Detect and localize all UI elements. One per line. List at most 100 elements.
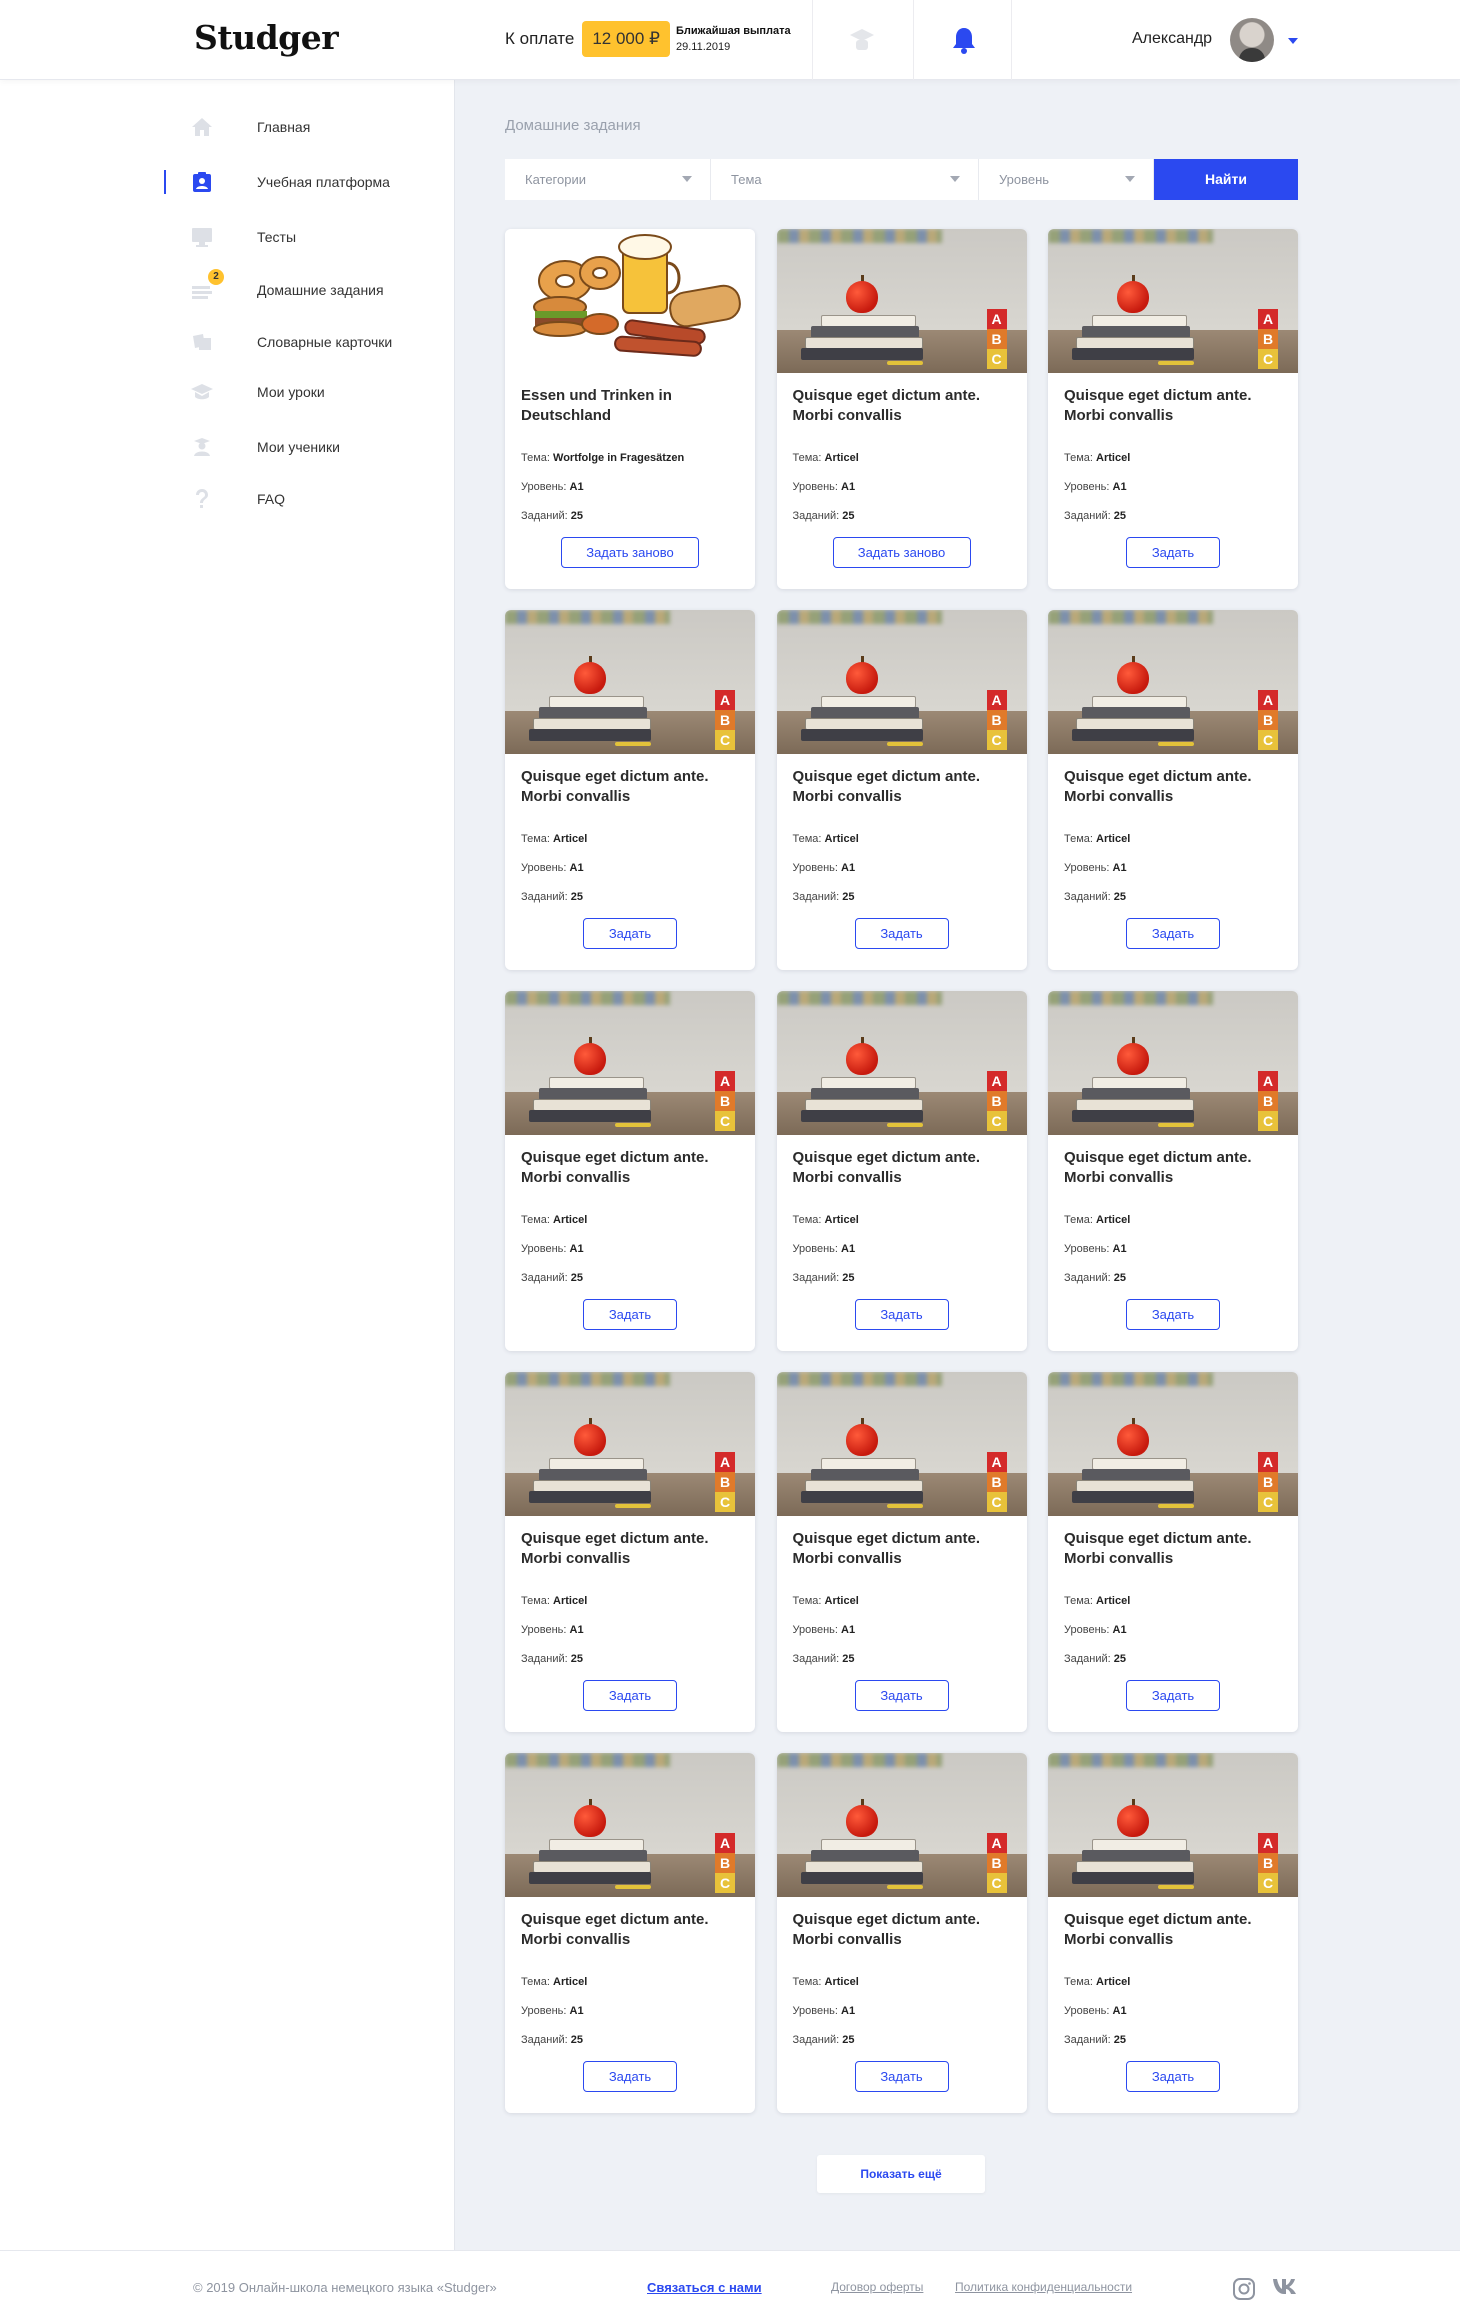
card-image[interactable]: ABC <box>776 1372 1027 1516</box>
homework-card[interactable]: Essen und Trinken in Deutschland Тема: Wo… <box>505 229 755 589</box>
card-title[interactable]: Quisque eget dictum ante. Morbi convalli… <box>793 1529 1013 1569</box>
sidebar-item-vocabulary-cards[interactable]: Словарные карточки <box>0 327 455 357</box>
level-value: A1 <box>1112 862 1127 874</box>
pay-label: К оплате <box>505 29 575 48</box>
instagram-icon[interactable] <box>1232 2277 1256 2300</box>
assign-button[interactable]: Задать <box>1126 918 1220 949</box>
card-image[interactable]: ABC <box>505 610 755 754</box>
sidebar-item-learning-platform[interactable]: Учебная платформа <box>0 167 455 197</box>
homework-card[interactable]: A B C Quisque eget dictum ante. Morbi conva… <box>505 991 755 1351</box>
card-title[interactable]: Quisque eget dictum ante. Morbi convalli… <box>1064 1148 1284 1188</box>
level-value: A1 <box>569 862 584 874</box>
sidebar-item-label: Домашние задания <box>257 282 384 298</box>
homework-card[interactable]: A B C Quisque eget dictum ante. Morbi conva… <box>1048 610 1298 970</box>
user-name[interactable]: Александр <box>1132 30 1212 48</box>
student-cap-icon[interactable] <box>846 24 878 56</box>
card-title[interactable]: Quisque eget dictum ante. Morbi convalli… <box>521 1910 741 1950</box>
assign-button[interactable]: Задать <box>854 918 949 949</box>
card-image[interactable]: ABC <box>776 610 1027 754</box>
assign-button[interactable]: Задать <box>583 918 677 949</box>
vk-icon[interactable] <box>1272 2277 1300 2299</box>
assign-button[interactable]: Задать заново <box>832 537 971 568</box>
level-select[interactable]: Уровень <box>979 159 1154 200</box>
assign-button[interactable]: Задать <box>1126 1299 1220 1330</box>
sidebar-item-my-students[interactable]: Мои ученики <box>0 432 455 462</box>
homework-card[interactable]: A B C Quisque eget dictum ante. Morbi conva… <box>776 991 1027 1351</box>
homework-card[interactable]: A B C Quisque eget dictum ante. Morbi conva… <box>1048 1753 1298 2113</box>
show-more-button[interactable]: Показать ещё <box>817 2155 985 2193</box>
card-image[interactable]: ABC <box>505 991 755 1135</box>
contact-link[interactable]: Связаться с нами <box>647 2280 762 2295</box>
card-image[interactable]: ABC <box>505 1372 755 1516</box>
topic-label: Тема: <box>1064 833 1093 845</box>
assign-button[interactable]: Задать <box>854 1680 949 1711</box>
sidebar-item-faq[interactable]: FAQ <box>0 484 455 514</box>
assign-button[interactable]: Задать <box>583 1299 677 1330</box>
card-image[interactable] <box>505 229 755 373</box>
card-image[interactable]: ABC <box>1048 1372 1298 1516</box>
card-title[interactable]: Quisque eget dictum ante. Morbi convalli… <box>1064 767 1284 807</box>
assign-button[interactable]: Задать заново <box>561 537 699 568</box>
card-title[interactable]: Quisque eget dictum ante. Morbi convalli… <box>521 1148 741 1188</box>
active-indicator <box>164 170 166 194</box>
assign-button[interactable]: Задать <box>583 2061 677 2092</box>
assign-button[interactable]: Задать <box>854 1299 949 1330</box>
homework-card[interactable]: A B C Quisque eget dictum ante. Morbi conva… <box>505 1753 755 2113</box>
card-title[interactable]: Quisque eget dictum ante. Morbi convalli… <box>1064 1529 1284 1569</box>
books-apple-photo: ABC <box>505 991 755 1135</box>
category-select[interactable]: Категории <box>505 159 711 200</box>
assign-button[interactable]: Задать <box>1126 2061 1220 2092</box>
topic-label: Тема: <box>792 1595 822 1607</box>
card-image[interactable]: ABC <box>1048 1753 1298 1897</box>
sidebar-item-tests[interactable]: Тесты <box>0 222 455 252</box>
homework-card[interactable]: A B C Quisque eget dictum ante. Morbi conva… <box>1048 1372 1298 1732</box>
logo[interactable]: Studger <box>194 18 339 57</box>
assign-button[interactable]: Задать <box>1126 1680 1220 1711</box>
card-title[interactable]: Quisque eget dictum ante. Morbi convalli… <box>793 1910 1013 1950</box>
books-apple-photo: ABC <box>776 229 1027 373</box>
tasks-label: Заданий: <box>792 2034 840 2046</box>
card-image[interactable]: ABC <box>776 229 1027 373</box>
sidebar-item-homework[interactable]: 2 Домашние задания <box>0 269 455 305</box>
offer-link[interactable]: Договор оферты <box>831 2280 923 2294</box>
card-level: Уровень: A1 <box>521 1624 584 1636</box>
privacy-link[interactable]: Политика конфиденциальности <box>955 2280 1132 2294</box>
homework-card[interactable]: A B C Quisque eget dictum ante. Morbi conva… <box>776 1372 1027 1732</box>
card-title[interactable]: Quisque eget dictum ante. Morbi convalli… <box>1064 386 1284 426</box>
search-button[interactable]: Найти <box>1154 159 1298 200</box>
card-title[interactable]: Quisque eget dictum ante. Morbi convalli… <box>793 386 1013 426</box>
assign-button[interactable]: Задать <box>854 2061 949 2092</box>
sidebar-item-home[interactable]: Главная <box>0 112 455 142</box>
homework-card[interactable]: A B C Quisque eget dictum ante. Morbi conva… <box>1048 991 1298 1351</box>
homework-card[interactable]: A B C Quisque eget dictum ante. Morbi conva… <box>776 1753 1027 2113</box>
card-title[interactable]: Quisque eget dictum ante. Morbi convalli… <box>793 1148 1013 1188</box>
homework-card[interactable]: A B C Quisque eget dictum ante. Morbi conva… <box>505 610 755 970</box>
sidebar-item-my-lessons[interactable]: Мои уроки <box>0 377 455 407</box>
topic-value: Articel <box>553 833 588 845</box>
card-image[interactable]: ABC <box>1048 610 1298 754</box>
bell-icon[interactable] <box>948 24 980 56</box>
chevron-down-icon[interactable] <box>1288 38 1298 44</box>
homework-card[interactable]: A B C Quisque eget dictum ante. Morbi conva… <box>776 610 1027 970</box>
avatar[interactable] <box>1230 18 1274 62</box>
card-image[interactable]: ABC <box>1048 991 1298 1135</box>
card-image[interactable]: ABC <box>776 991 1027 1135</box>
card-title[interactable]: Quisque eget dictum ante. Morbi convalli… <box>521 1529 741 1569</box>
homework-card[interactable]: A B C Quisque eget dictum ante. Morbi conva… <box>776 229 1027 589</box>
card-image[interactable]: ABC <box>776 1753 1027 1897</box>
topic-label: Тема: <box>1064 452 1093 464</box>
card-image[interactable]: ABC <box>1048 229 1298 373</box>
card-title[interactable]: Essen und Trinken in Deutschland <box>521 386 741 426</box>
card-title[interactable]: Quisque eget dictum ante. Morbi convalli… <box>793 767 1013 807</box>
homework-card[interactable]: A B C Quisque eget dictum ante. Morbi conva… <box>1048 229 1298 589</box>
card-title[interactable]: Quisque eget dictum ante. Morbi convalli… <box>1064 1910 1284 1950</box>
card-image[interactable]: ABC <box>505 1753 755 1897</box>
level-label: Уровень: <box>1064 1624 1110 1636</box>
assign-button[interactable]: Задать <box>1126 537 1220 568</box>
topic-label: Тема: <box>521 1214 550 1226</box>
card-title[interactable]: Quisque eget dictum ante. Morbi convalli… <box>521 767 741 807</box>
homework-card[interactable]: A B C Quisque eget dictum ante. Morbi conva… <box>505 1372 755 1732</box>
card-tasks: Заданий: 25 <box>521 1653 583 1665</box>
assign-button[interactable]: Задать <box>583 1680 677 1711</box>
topic-select[interactable]: Тема <box>711 159 979 200</box>
